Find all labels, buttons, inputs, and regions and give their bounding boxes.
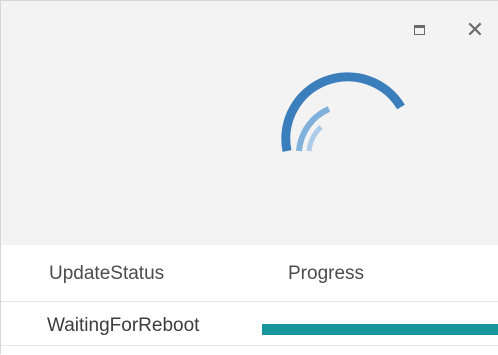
close-button[interactable]: ✕ (464, 19, 486, 41)
status-cell: WaitingForReboot (47, 315, 200, 336)
progress-bar-fill (262, 324, 498, 335)
column-header-update-status[interactable]: UpdateStatus (49, 263, 164, 285)
window-controls: ✕ (408, 19, 486, 41)
maximize-icon (413, 25, 425, 35)
close-icon: ✕ (465, 17, 485, 42)
maximize-button[interactable] (408, 19, 430, 41)
progress-bar (262, 324, 498, 335)
loading-spinner-icon (281, 72, 405, 152)
update-window: ✕ UpdateStatus Progress WaitingForReboot (0, 0, 498, 355)
column-header-progress[interactable]: Progress (288, 263, 364, 285)
row-divider (1, 345, 498, 346)
table-row[interactable]: WaitingForReboot (1, 307, 498, 345)
grid-header: UpdateStatus Progress (1, 245, 498, 302)
update-status-grid: UpdateStatus Progress WaitingForReboot (1, 245, 498, 355)
